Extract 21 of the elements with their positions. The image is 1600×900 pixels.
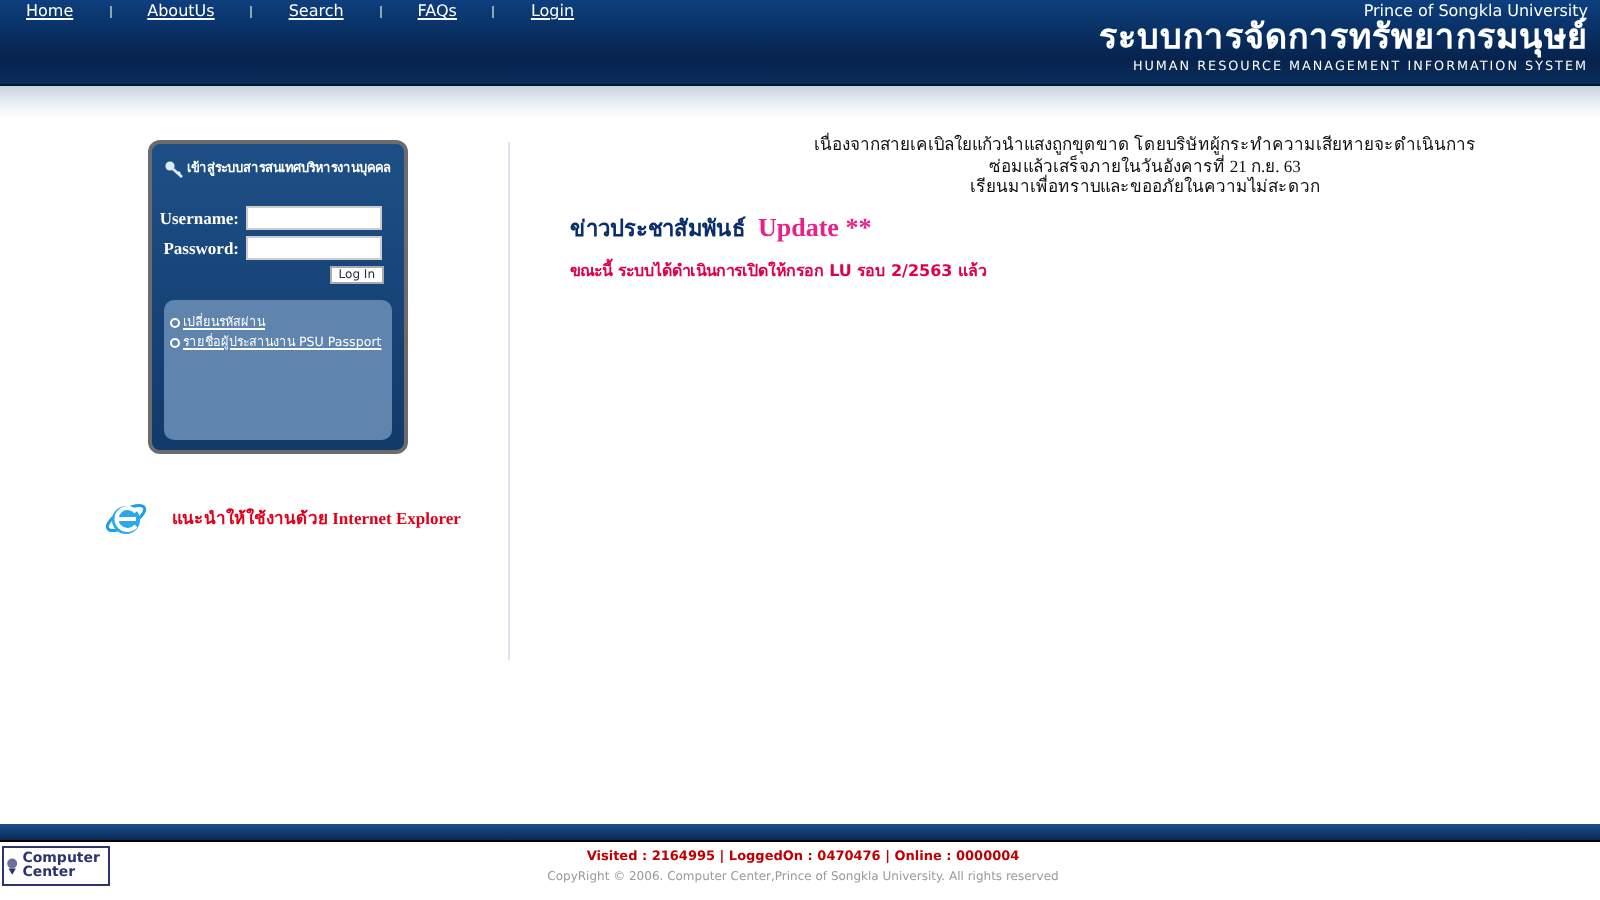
bullet-icon: [169, 317, 179, 327]
nav-link[interactable]: FAQs: [417, 2, 493, 20]
password-field[interactable]: [245, 236, 381, 260]
notice-text: เรียนมาเพื่อทราบและขออภัยในความไม่สะดวก: [968, 176, 1322, 197]
nav-link[interactable]: Home: [26, 2, 110, 20]
key-icon: [163, 159, 183, 177]
news-item: ขณะนี้ ระบบได้ดำเนินการเปิดให้กรอก LU รอบ 2/2563 แล้ว: [570, 257, 988, 283]
username-label: Username:: [159, 208, 239, 228]
nav-link[interactable]: Search: [288, 2, 380, 20]
notice-text: เนื่องจากสายเคเบิลใยแก้วนำแสงถูกขุดขาด โดยบริษัทผู้กระทำความเสียหายจะดำเนินการ: [811, 134, 1479, 155]
password-label: Password:: [163, 238, 239, 258]
notice-text: ซ่อมแล้วเสร็จภายในวันอังคารที่ 21 ก.ย. 63: [989, 155, 1301, 175]
username-field[interactable]: [245, 206, 381, 230]
browser-recommendation: แนะนำให้ใช้งานด้วย Internet Explorer: [172, 506, 461, 532]
bullet-icon: [169, 337, 179, 347]
system-title: ระบบการจัดการทรัพยากรมนุษย์: [1099, 20, 1588, 58]
update-label: Update **: [758, 211, 872, 243]
news-title: ข่าวประชาสัมพันธ์: [570, 213, 746, 245]
nav-link[interactable]: AboutUs: [147, 2, 251, 20]
nav-link[interactable]: Login: [530, 2, 611, 20]
university-name: Prince of Songkla University: [1363, 2, 1588, 20]
